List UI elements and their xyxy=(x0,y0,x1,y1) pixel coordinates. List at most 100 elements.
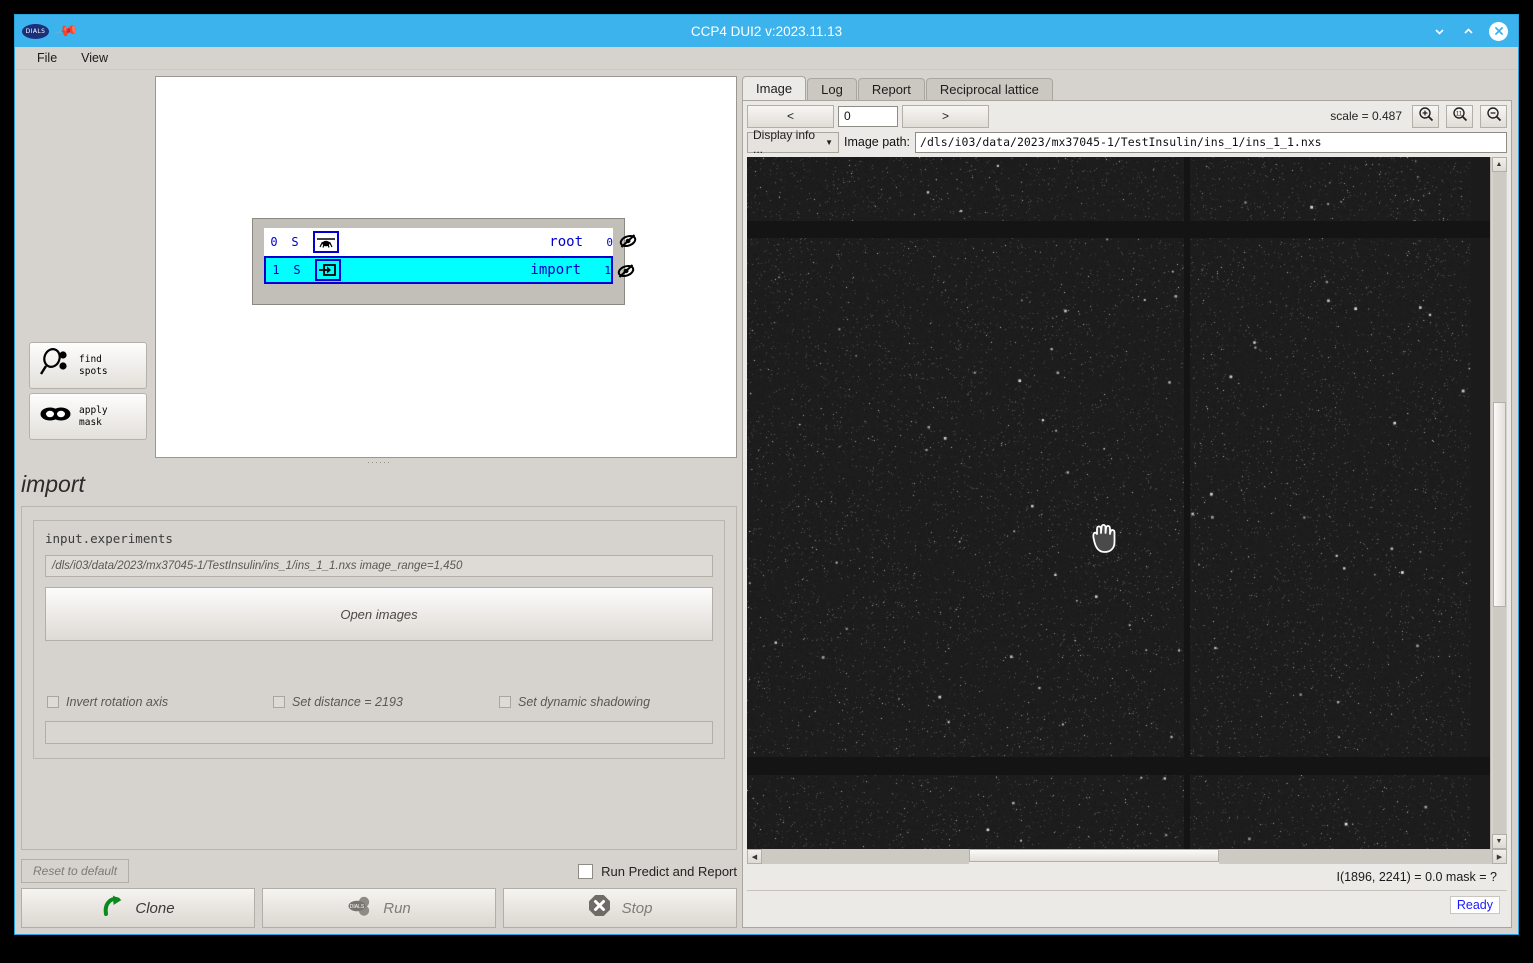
image-path-row: Display info ... ▼ Image path: /dls/i03/… xyxy=(747,128,1507,156)
left-pane: find spots apply mask 0 S root 0 1 S imp… xyxy=(21,76,737,928)
checkbox-box xyxy=(273,696,285,708)
scroll-down-button[interactable]: ▼ xyxy=(1491,834,1507,849)
detector-module-gap xyxy=(1184,157,1190,849)
next-frame-button[interactable]: > xyxy=(902,104,989,128)
horizontal-scrollbar[interactable]: ◀ ▶ xyxy=(747,849,1507,864)
checkbox-label: Invert rotation axis xyxy=(66,695,169,709)
tree-node-index: 1 xyxy=(272,263,280,277)
tab-log[interactable]: Log xyxy=(807,78,857,100)
window-title: CCP4 DUI2 v:2023.11.13 xyxy=(690,23,843,39)
page-title: import xyxy=(21,471,85,497)
window-controls xyxy=(1431,21,1518,41)
right-pane: Image Log Report Reciprocal lattice < 0 … xyxy=(742,76,1512,928)
maximize-button[interactable] xyxy=(1460,23,1476,39)
extra-parameter-field[interactable] xyxy=(45,721,713,744)
input-experiments-value[interactable]: /dls/i03/data/2023/mx37045-1/TestInsulin… xyxy=(45,555,713,577)
checkbox-box xyxy=(578,863,594,879)
import-footer-row: Reset to default Run Predict and Report xyxy=(21,859,737,883)
vertical-scrollbar[interactable]: ▲ ▼ xyxy=(1490,157,1507,849)
detector-image-area: ▲ ▼ xyxy=(747,157,1507,849)
find-spots-button[interactable]: find spots xyxy=(29,342,147,389)
checkbox-box xyxy=(499,696,511,708)
scroll-thumb[interactable] xyxy=(969,849,1219,862)
tool-button-column: find spots apply mask xyxy=(21,76,153,458)
app-window: DIALS 📌 CCP4 DUI2 v:2023.11.13 File View xyxy=(14,14,1519,935)
pane-splitter[interactable]: ······ xyxy=(21,458,737,467)
image-path-label: Image path: xyxy=(844,135,911,149)
set-dynamic-shadowing-checkbox[interactable]: Set dynamic shadowing xyxy=(499,695,650,709)
stop-button[interactable]: Stop xyxy=(503,888,737,928)
tree-node-name: root xyxy=(549,234,583,250)
scroll-track[interactable] xyxy=(1492,607,1506,834)
frame-number-input[interactable]: 0 xyxy=(838,105,898,127)
frame-navigation-row: < 0 > scale = 0.487 11 xyxy=(747,104,1507,128)
detector-module-gap xyxy=(747,221,1490,238)
close-button[interactable] xyxy=(1489,21,1508,41)
pin-icon[interactable]: 📌 xyxy=(54,19,79,44)
import-parameters-panel: input.experiments /dls/i03/data/2023/mx3… xyxy=(21,506,737,850)
minimize-button[interactable] xyxy=(1431,23,1447,39)
svg-text:DIALS: DIALS xyxy=(350,904,365,910)
parameter-group: input.experiments /dls/i03/data/2023/mx3… xyxy=(33,520,725,759)
scroll-track[interactable] xyxy=(1219,849,1492,864)
find-spots-icon xyxy=(39,348,72,383)
scroll-right-button[interactable]: ▶ xyxy=(1492,849,1507,864)
pipeline-tree-box: 0 S root 0 1 S import 1 xyxy=(252,218,637,305)
table-row[interactable]: 1 S import 1 xyxy=(264,256,635,284)
scroll-left-button[interactable]: ◀ xyxy=(747,849,762,864)
table-row[interactable]: 0 S root 0 xyxy=(264,228,637,256)
checkbox-label: Run Predict and Report xyxy=(601,863,737,879)
set-distance-checkbox[interactable]: Set distance = 2193 xyxy=(273,695,499,709)
menu-item-view[interactable]: View xyxy=(69,50,120,66)
tree-node-count: 0 xyxy=(606,235,613,249)
checkbox-box xyxy=(47,696,59,708)
display-info-dropdown[interactable]: Display info ... ▼ xyxy=(747,128,839,156)
scroll-track[interactable] xyxy=(762,849,969,864)
run-predict-and-report-checkbox[interactable]: Run Predict and Report xyxy=(578,863,737,879)
pipeline-tree-canvas[interactable]: 0 S root 0 1 S import 1 xyxy=(155,76,737,458)
chevron-down-icon: ▼ xyxy=(825,137,833,147)
open-images-button[interactable]: Open images xyxy=(45,587,713,641)
stop-octagon-icon xyxy=(588,894,611,922)
input-experiments-label: input.experiments xyxy=(45,531,173,546)
previous-frame-button[interactable]: < xyxy=(747,104,834,128)
tree-node-flag: S xyxy=(291,235,299,249)
menu-bar: File View xyxy=(15,47,1518,70)
tab-report[interactable]: Report xyxy=(857,78,925,100)
invert-rotation-axis-checkbox[interactable]: Invert rotation axis xyxy=(47,695,273,709)
menu-item-file[interactable]: File xyxy=(25,50,69,66)
clone-label: Clone xyxy=(135,899,175,917)
image-path-input[interactable]: /dls/i03/data/2023/mx37045-1/TestInsulin… xyxy=(915,131,1507,153)
status-bar: Ready xyxy=(747,891,1507,918)
apply-mask-label: apply mask xyxy=(79,405,108,428)
detector-module-gap xyxy=(747,757,1490,775)
scroll-thumb[interactable] xyxy=(1492,402,1506,607)
dials-logo-icon: DIALS xyxy=(22,23,49,39)
run-button[interactable]: DIALS Run xyxy=(262,888,496,928)
checkbox-label: Set distance = 2193 xyxy=(292,695,403,709)
title-bar-left: DIALS 📌 xyxy=(15,19,79,43)
detector-image[interactable] xyxy=(747,157,1490,849)
zoom-in-button[interactable] xyxy=(1412,104,1439,128)
scroll-track[interactable] xyxy=(1492,172,1506,402)
reset-to-default-button[interactable]: Reset to default xyxy=(21,859,130,883)
tree-node-count: 1 xyxy=(604,263,611,277)
zoom-reset-button[interactable]: 11 xyxy=(1446,104,1473,128)
tab-image[interactable]: Image xyxy=(742,76,807,100)
tree-region: find spots apply mask 0 S root 0 1 S imp… xyxy=(21,76,737,458)
detector-image-canvas xyxy=(747,157,1471,849)
zoom-out-button[interactable] xyxy=(1480,104,1507,128)
zoom-in-icon xyxy=(1418,106,1434,127)
tab-bar: Image Log Report Reciprocal lattice xyxy=(742,76,1512,100)
scale-label: scale = 0.487 xyxy=(1330,109,1402,123)
display-info-label: Display info ... xyxy=(753,128,816,156)
eye-slash-icon[interactable] xyxy=(616,262,636,280)
scroll-up-button[interactable]: ▲ xyxy=(1491,157,1507,172)
status-badge: Ready xyxy=(1449,895,1500,914)
clone-arrow-icon xyxy=(101,894,124,922)
stop-label: Stop xyxy=(621,899,653,917)
clone-button[interactable]: Clone xyxy=(21,888,255,928)
tab-reciprocal-lattice[interactable]: Reciprocal lattice xyxy=(925,78,1053,100)
eye-slash-icon[interactable] xyxy=(618,232,638,250)
apply-mask-button[interactable]: apply mask xyxy=(29,393,147,440)
